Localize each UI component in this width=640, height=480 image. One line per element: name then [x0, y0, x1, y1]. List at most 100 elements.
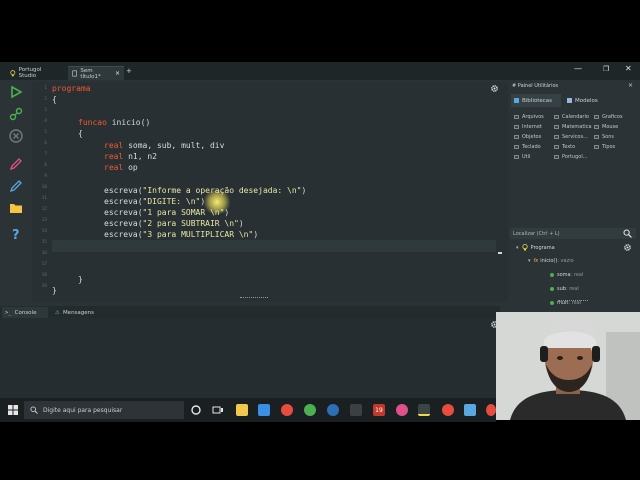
bottom-tabs: >_ Console ⚠ Mensagens: [0, 306, 500, 318]
line-number: 14: [41, 229, 47, 234]
tree-label: inicio(): [540, 258, 558, 264]
library-label: Calendario: [562, 114, 589, 120]
library-label: Portugol...: [562, 154, 588, 160]
close-window-button[interactable]: ✕: [625, 64, 632, 73]
library-item[interactable]: Tipos: [594, 144, 615, 150]
open-folder-button[interactable]: [8, 200, 24, 216]
app-icon[interactable]: [486, 404, 496, 416]
tree-label: sub: [557, 286, 566, 292]
add-tab-button[interactable]: +: [126, 67, 132, 75]
library-label: Matematica: [562, 124, 592, 130]
chrome-profile-icon[interactable]: [442, 404, 454, 416]
svg-text:?: ?: [12, 228, 20, 241]
library-item[interactable]: Teclado: [514, 144, 541, 150]
portugol-taskbar-icon[interactable]: [418, 404, 430, 416]
debug-button[interactable]: [8, 106, 24, 122]
tab-portugol-studio[interactable]: Portugol Studio: [6, 66, 62, 80]
tab-bibliotecas[interactable]: Bibliotecas: [511, 94, 561, 107]
file-icon: [72, 70, 77, 77]
file-explorer-icon[interactable]: [236, 404, 248, 416]
code-text: ): [253, 230, 259, 239]
windows-start-icon[interactable]: [8, 405, 18, 415]
string-literal: "3 para MULTIPLICAR \n": [142, 230, 254, 239]
panel-scrollbar[interactable]: [558, 300, 588, 301]
help-button[interactable]: ?: [8, 226, 24, 242]
close-tab-icon[interactable]: ×: [115, 70, 120, 77]
code-line: real op: [104, 163, 138, 172]
line-number: 2: [44, 97, 47, 102]
library-item[interactable]: Calendario: [554, 114, 589, 120]
library-icon: [514, 98, 519, 103]
tree-node-variable[interactable]: sub: real: [550, 286, 579, 292]
tab-sem-titulo[interactable]: Sem título1* ×: [68, 66, 124, 80]
cortana-icon[interactable]: [190, 404, 202, 416]
tab-mensagens[interactable]: ⚠ Mensagens: [52, 307, 100, 318]
edit-other-button[interactable]: [8, 178, 24, 194]
green-app-icon[interactable]: [304, 404, 316, 416]
webcam-presenter-image: [496, 312, 640, 420]
code-editor[interactable]: 1 2 3 4 5 6 7 8 9 10 11 12 13 14 15 16 1…: [32, 82, 508, 302]
variable-icon: [550, 301, 554, 305]
stop-button[interactable]: [8, 128, 24, 144]
mail-icon[interactable]: [258, 404, 270, 416]
tree-node-inicio[interactable]: ▾ fx inicio() : vazio: [528, 258, 574, 264]
library-item[interactable]: Servicos...: [554, 134, 588, 140]
code-line: real n1, n2: [104, 152, 157, 161]
code-line: escreva("3 para MULTIPLICAR \n"): [104, 230, 258, 239]
tab-modelos[interactable]: Modelos: [564, 94, 604, 107]
library-item[interactable]: Sons: [594, 134, 614, 140]
chrome-icon[interactable]: [281, 404, 293, 416]
search-placeholder: Localizar (Ctrl + L): [513, 230, 560, 237]
tree-node-variable[interactable]: soma: real: [550, 272, 583, 278]
search-input[interactable]: Localizar (Ctrl + L): [510, 228, 636, 239]
library-label: Objetos: [522, 134, 542, 140]
photos-icon[interactable]: [396, 404, 408, 416]
code-text: escreva(: [104, 219, 143, 228]
editor-scroll-marker[interactable]: [498, 252, 502, 254]
library-item[interactable]: Matematica: [554, 124, 592, 130]
library-item[interactable]: Texto: [554, 144, 575, 150]
code-text: ): [224, 208, 230, 217]
library-item[interactable]: Graficos: [594, 114, 623, 120]
maximize-button[interactable]: ❐: [603, 65, 609, 73]
library-item[interactable]: Arquivos: [514, 114, 544, 120]
library-item[interactable]: Util: [514, 154, 530, 160]
line-number: 18: [41, 273, 47, 278]
library-label: Sons: [602, 134, 615, 140]
keyword: funcao: [78, 118, 107, 127]
badge-app-icon[interactable]: 19: [373, 404, 385, 416]
search-icon[interactable]: [623, 229, 632, 238]
editor-gear-icon[interactable]: [490, 84, 499, 93]
lightbulb-icon: [521, 244, 528, 251]
code-text: soma, sub, mult, div: [123, 141, 225, 150]
tab-label: Console: [14, 309, 37, 316]
symbol-tree: ▾ Programa ▾ fx inicio() : vazio soma: r…: [508, 242, 640, 312]
editor-horizontal-scrollbar[interactable]: [240, 297, 268, 298]
minimize-button[interactable]: —: [574, 64, 582, 73]
taskbar-search-input[interactable]: Digite aqui para pesquisar: [24, 401, 184, 419]
window-icon[interactable]: [464, 404, 476, 416]
library-box-icon: [594, 125, 599, 129]
console-output[interactable]: [0, 318, 496, 398]
terminal-icon[interactable]: [350, 404, 362, 416]
code-text: escreva(: [104, 208, 143, 217]
library-box-icon: [554, 135, 559, 139]
task-view-icon[interactable]: [212, 404, 224, 416]
code-line: }: [78, 275, 83, 284]
globe-app-icon[interactable]: [327, 404, 339, 416]
edit-button[interactable]: [8, 156, 24, 172]
library-box-icon: [554, 125, 559, 129]
tab-console[interactable]: >_ Console: [2, 307, 48, 318]
warning-icon: ⚠: [55, 309, 60, 316]
library-item[interactable]: Mouse: [594, 124, 618, 130]
library-label: Teclado: [522, 144, 541, 150]
library-item[interactable]: Internet: [514, 124, 542, 130]
library-item[interactable]: Objetos: [514, 134, 541, 140]
gear-icon[interactable]: [623, 243, 632, 252]
run-button[interactable]: [8, 84, 24, 100]
panel-close-icon[interactable]: ×: [628, 82, 633, 89]
question-icon: ?: [12, 228, 20, 241]
tree-node-programa[interactable]: ▾ Programa: [516, 244, 555, 251]
library-item[interactable]: Portugol...: [554, 154, 587, 160]
search-placeholder: Digite aqui para pesquisar: [43, 406, 123, 414]
